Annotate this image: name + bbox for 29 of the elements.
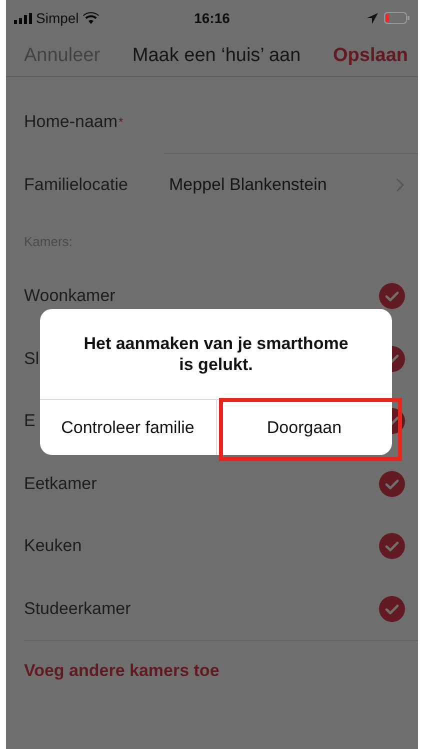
room-name: Sl [24, 348, 40, 369]
location-value: Meppel Blankenstein [169, 175, 328, 195]
home-name-field[interactable]: Home-naam* [24, 91, 418, 153]
required-asterisk: * [118, 115, 124, 129]
screen-title: Maak een ‘huis’ aan [132, 45, 301, 67]
save-button[interactable]: Opslaan [333, 45, 408, 67]
room-name: E [24, 411, 36, 432]
clock-time: 16:16 [194, 10, 230, 26]
checked-circle-icon[interactable] [379, 470, 405, 497]
wifi-icon [82, 12, 99, 24]
room-name: Woonkamer [24, 286, 116, 306]
checked-circle-icon[interactable] [379, 596, 405, 622]
field-label: Familielocatie [24, 175, 129, 195]
checked-circle-icon[interactable] [379, 533, 405, 560]
signal-icon [14, 12, 32, 24]
checked-circle-icon[interactable] [379, 283, 405, 310]
field-label: Home-naam [24, 112, 118, 132]
add-rooms-link[interactable]: Voeg andere kamers toe [6, 641, 418, 701]
dialog-message: Het aanmaken van je smarthome is gelukt. [82, 333, 350, 376]
dialog-button[interactable]: Controleer familie [40, 400, 216, 455]
dialog-button[interactable]: Doorgaan [216, 400, 392, 455]
battery-icon [384, 12, 410, 24]
carrier-name: Simpel [36, 10, 79, 26]
location-row[interactable]: Familielocatie Meppel Blankenstein [24, 154, 418, 216]
chevron-right-icon [396, 178, 404, 192]
room-name: Studeerkamer [24, 598, 131, 619]
room-name: Keuken [24, 536, 82, 556]
location-arrow-icon [367, 12, 378, 24]
room-name: Eetkamer [24, 474, 97, 494]
